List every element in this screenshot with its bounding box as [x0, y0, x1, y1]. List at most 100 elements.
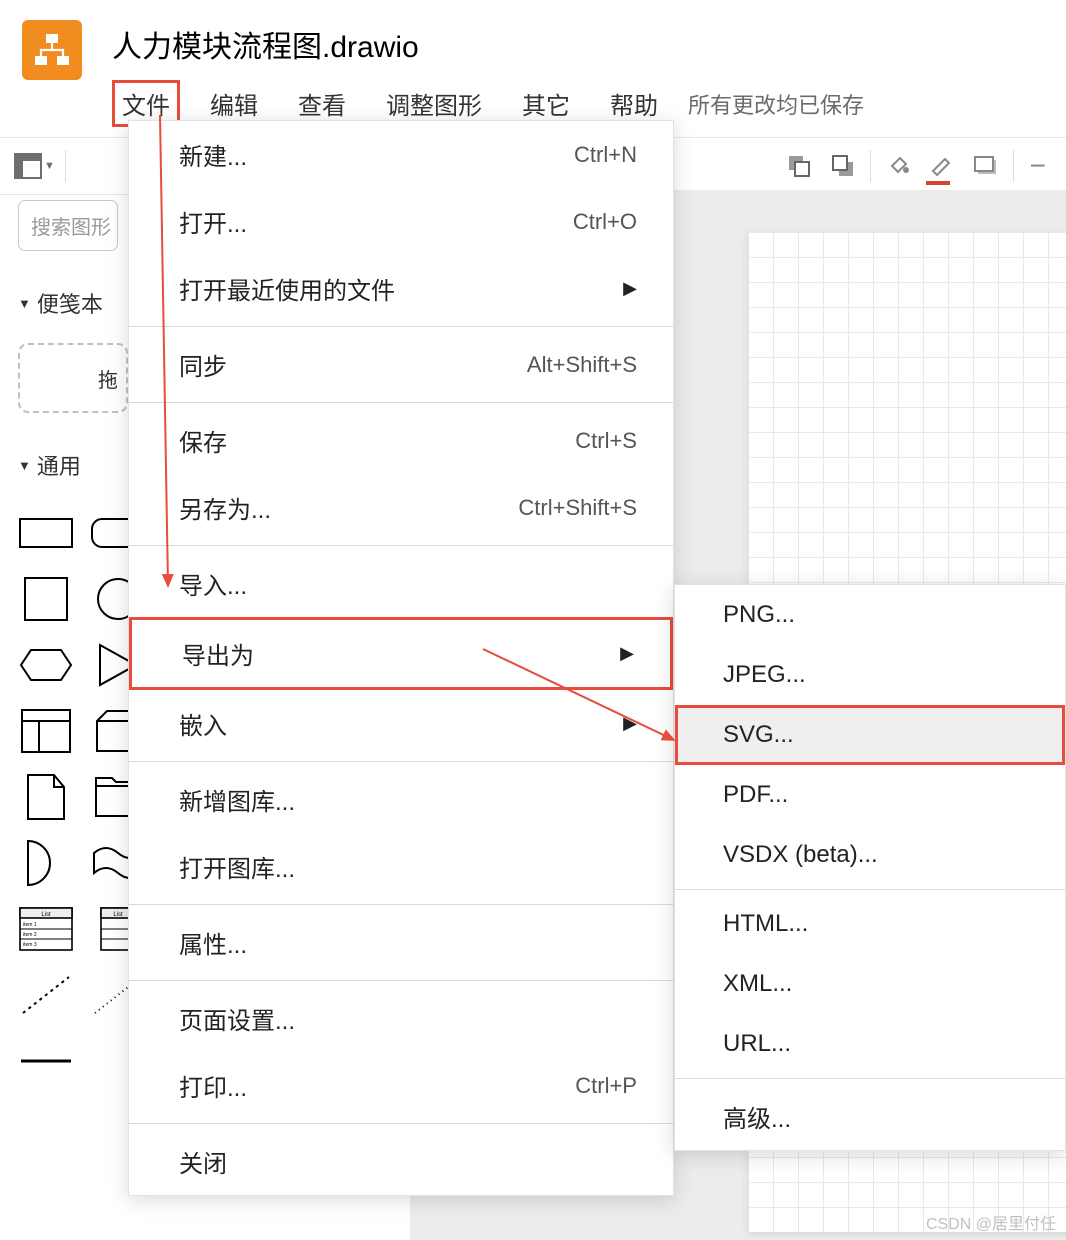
toolbar-separator [65, 150, 66, 182]
sub-xml[interactable]: XML... [675, 954, 1065, 1014]
shape-page[interactable] [18, 775, 74, 819]
svg-text:item 1: item 1 [23, 922, 37, 928]
dd-divider [129, 1123, 673, 1124]
dd-recent-label: 打开最近使用的文件 [179, 271, 395, 306]
dd-divider [129, 326, 673, 327]
save-status: 所有更改均已保存 [688, 88, 864, 120]
dd-saveas-label: 另存为... [179, 490, 271, 525]
header: 人力模块流程图.drawio 文件 编辑 查看 调整图形 其它 帮助 所有更改均… [0, 0, 1066, 127]
dd-save[interactable]: 保存 Ctrl+S [129, 407, 673, 474]
caret-icon: ▼ [44, 160, 55, 172]
shape-halfcircle[interactable] [18, 841, 74, 885]
sub-png[interactable]: PNG... [675, 585, 1065, 645]
dd-divider [129, 904, 673, 905]
dd-newlib-label: 新增图库... [179, 782, 295, 817]
chevron-right-icon: ▶ [623, 713, 637, 734]
sidebar-icon [14, 153, 42, 179]
dd-newlib[interactable]: 新增图库... [129, 766, 673, 833]
dd-embed[interactable]: 嵌入▶ [129, 690, 673, 757]
svg-text:item 2: item 2 [23, 932, 37, 938]
dd-sync-shortcut: Alt+Shift+S [527, 352, 637, 378]
shape-rect[interactable] [18, 511, 74, 555]
dd-openlib[interactable]: 打开图库... [129, 833, 673, 900]
chevron-right-icon: ▶ [623, 278, 637, 299]
svg-text:List: List [113, 912, 123, 918]
bucket-icon [886, 154, 910, 178]
shadow-button[interactable] [969, 149, 1003, 183]
to-front-icon [787, 154, 811, 178]
dd-open-shortcut: Ctrl+O [573, 209, 637, 235]
dd-export-label: 导出为 [182, 636, 254, 671]
general-header[interactable]: ▼ 通用 [18, 449, 132, 481]
chevron-down-icon: ▼ [18, 296, 31, 311]
sub-divider [675, 1078, 1065, 1079]
scratchpad-section: ▼ 便笺本 拖 [18, 287, 132, 413]
dd-close-label: 关闭 [179, 1144, 227, 1179]
sub-jpeg[interactable]: JPEG... [675, 645, 1065, 705]
dd-divider [129, 545, 673, 546]
dd-close[interactable]: 关闭 [129, 1128, 673, 1195]
general-label: 通用 [37, 449, 81, 481]
general-section: ▼ 通用 List item 1 item 2 item 3 List [18, 449, 132, 1083]
app-logo [22, 20, 82, 80]
shape-list[interactable]: List item 1 item 2 item 3 [18, 907, 74, 951]
dd-openlib-label: 打开图库... [179, 849, 295, 884]
to-front-button[interactable] [782, 149, 816, 183]
left-panel: 搜索图形 ▼ 便笺本 拖 ▼ 通用 List item 1 item 2 item 3 [0, 190, 140, 1083]
sub-vsdx[interactable]: VSDX (beta)... [675, 825, 1065, 885]
dd-import-label: 导入... [179, 566, 247, 601]
dd-divider [129, 402, 673, 403]
dd-recent[interactable]: 打开最近使用的文件 ▶ [129, 255, 673, 322]
color-swatch [926, 181, 950, 185]
dd-saveas[interactable]: 另存为... Ctrl+Shift+S [129, 474, 673, 541]
scratchpad-header[interactable]: ▼ 便笺本 [18, 287, 132, 319]
shadow-icon [973, 155, 999, 177]
dd-sync[interactable]: 同步 Alt+Shift+S [129, 331, 673, 398]
dd-export[interactable]: 导出为 ▶ [129, 617, 673, 690]
sub-advanced[interactable]: 高级... [675, 1083, 1065, 1150]
dd-saveas-shortcut: Ctrl+Shift+S [518, 495, 637, 521]
pencil-icon [929, 153, 955, 179]
diagram-icon [32, 30, 72, 70]
chevron-right-icon: ▶ [620, 643, 634, 664]
svg-text:item 3: item 3 [23, 942, 37, 948]
watermark: CSDN @居里付任 [926, 1210, 1056, 1234]
dd-save-shortcut: Ctrl+S [575, 428, 637, 454]
scratch-hint: 拖 [98, 364, 118, 393]
fill-color-button[interactable] [881, 149, 915, 183]
dd-open[interactable]: 打开... Ctrl+O [129, 188, 673, 255]
dd-open-label: 打开... [179, 204, 247, 239]
dd-print-label: 打印... [179, 1068, 247, 1103]
dd-print[interactable]: 打印... Ctrl+P [129, 1052, 673, 1119]
dd-save-label: 保存 [179, 423, 227, 458]
dd-pagesetup-label: 页面设置... [179, 1001, 295, 1036]
dd-new-label: 新建... [179, 137, 247, 172]
search-input[interactable]: 搜索图形 [18, 200, 118, 251]
dd-pagesetup[interactable]: 页面设置... [129, 985, 673, 1052]
dd-new[interactable]: 新建...Ctrl+N [129, 121, 673, 188]
doc-title[interactable]: 人力模块流程图.drawio [112, 22, 1044, 66]
shape-hexagon[interactable] [18, 643, 74, 687]
sub-pdf[interactable]: PDF... [675, 765, 1065, 825]
shape-square[interactable] [18, 577, 74, 621]
title-area: 人力模块流程图.drawio 文件 编辑 查看 调整图形 其它 帮助 所有更改均… [112, 20, 1044, 127]
dd-props[interactable]: 属性... [129, 909, 673, 976]
svg-text:List: List [41, 912, 51, 918]
chevron-down-icon: ▼ [18, 458, 31, 473]
dd-sync-label: 同步 [179, 347, 227, 382]
layout-button[interactable]: ▼ [14, 153, 55, 179]
dd-print-shortcut: Ctrl+P [575, 1073, 637, 1099]
shape-table[interactable] [18, 709, 74, 753]
sub-url[interactable]: URL... [675, 1014, 1065, 1074]
sub-svg[interactable]: SVG... [675, 705, 1065, 765]
shape-solid-line[interactable] [18, 1039, 74, 1083]
shapes-palette: List item 1 item 2 item 3 List [18, 511, 132, 1083]
minus-button[interactable]: − [1024, 150, 1052, 182]
toolbar-separator [870, 150, 871, 182]
dd-import[interactable]: 导入... [129, 550, 673, 617]
to-back-button[interactable] [826, 149, 860, 183]
sub-html[interactable]: HTML... [675, 894, 1065, 954]
shape-dashed-line[interactable] [18, 973, 74, 1017]
line-color-button[interactable] [925, 149, 959, 183]
scratchpad-dropzone[interactable]: 拖 [18, 343, 128, 413]
